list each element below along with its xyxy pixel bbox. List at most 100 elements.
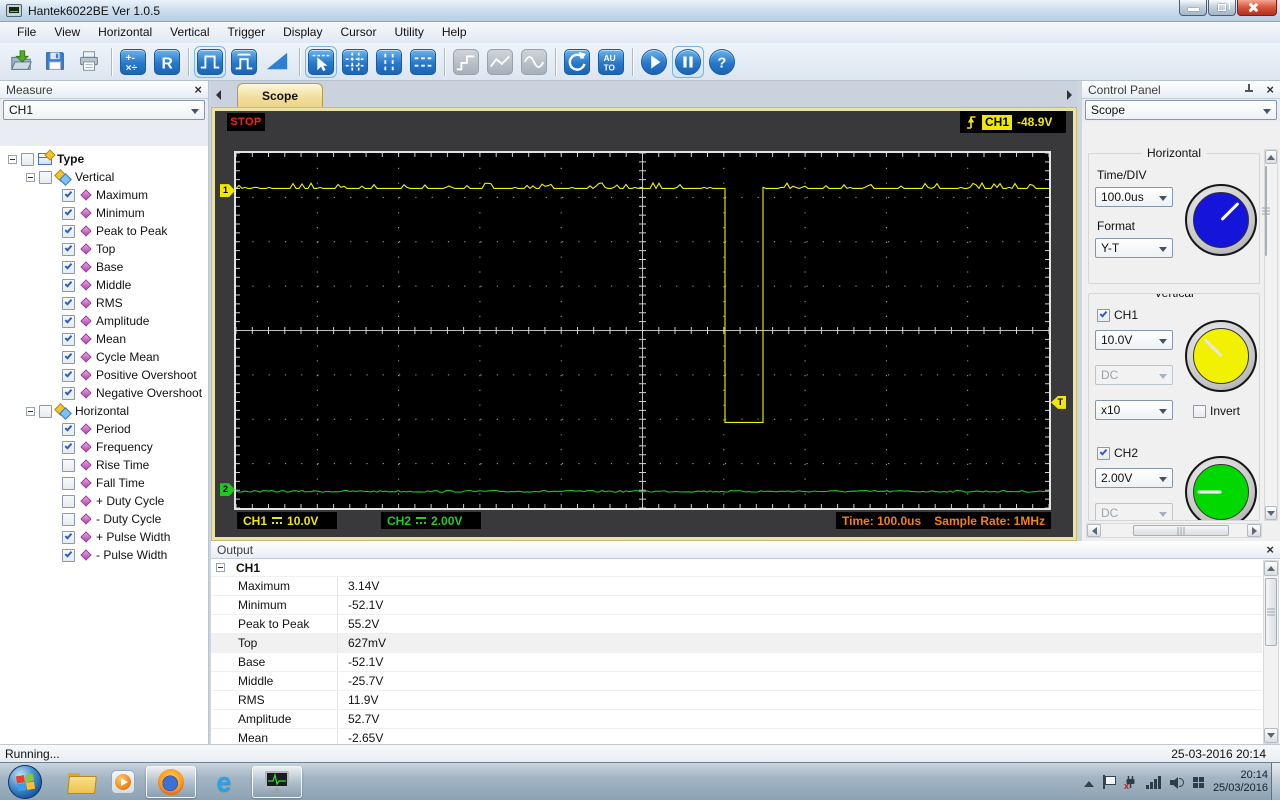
volume-icon[interactable] (1170, 776, 1184, 789)
scroll-left-button[interactable] (1087, 524, 1101, 537)
square-wave-button[interactable] (194, 46, 226, 78)
output-row-amplitude[interactable]: Amplitude52.7V (211, 710, 1262, 729)
ch2-scale-select[interactable]: 2.00V (1095, 468, 1173, 488)
checkbox[interactable] (62, 513, 75, 526)
checkbox[interactable] (62, 531, 75, 544)
tree-item-pulse-width[interactable]: + Pulse Width (0, 528, 208, 546)
pause-button[interactable] (672, 46, 704, 78)
tree-item-period[interactable]: Period (0, 420, 208, 438)
ch1-enable-checkbox[interactable] (1097, 309, 1110, 322)
action-center-flag-icon[interactable] (1103, 775, 1115, 789)
scroll-up-button[interactable] (1264, 561, 1278, 576)
tree-item-cycle-mean[interactable]: Cycle Mean (0, 348, 208, 366)
tracking-button[interactable] (339, 46, 371, 78)
checkbox[interactable] (62, 333, 75, 346)
output-row-base[interactable]: Base-52.1V (211, 653, 1262, 672)
menu-file[interactable]: File (8, 22, 45, 43)
vscroll-thumb[interactable] (1265, 166, 1267, 256)
start-button[interactable] (8, 765, 42, 799)
taskbar-windows-explorer[interactable] (64, 766, 98, 798)
format-select[interactable]: Y-T (1095, 238, 1173, 258)
checkbox[interactable] (62, 207, 75, 220)
tree-item-duty-cycle[interactable]: + Duty Cycle (0, 492, 208, 510)
show-desktop-button[interactable] (1271, 763, 1280, 800)
checkbox[interactable] (62, 297, 75, 310)
print-button[interactable] (74, 46, 106, 78)
math-button[interactable]: +-×÷ (117, 46, 149, 78)
checkbox[interactable] (62, 387, 75, 400)
tab-scroll-left-icon[interactable] (216, 90, 221, 100)
checkbox[interactable] (39, 171, 52, 184)
output-row-peak-to-peak[interactable]: Peak to Peak55.2V (211, 615, 1262, 634)
measure-close-icon[interactable]: × (194, 83, 202, 96)
control-panel-mode-select[interactable]: Scope (1085, 100, 1277, 120)
tree-item-mean[interactable]: Mean (0, 330, 208, 348)
help-button[interactable]: ? (706, 46, 738, 78)
tree-item-base[interactable]: Base (0, 258, 208, 276)
tree-item-minimum[interactable]: Minimum (0, 204, 208, 222)
collapse-icon[interactable] (8, 155, 17, 164)
checkbox[interactable] (62, 369, 75, 382)
checkbox[interactable] (62, 477, 75, 490)
save-button[interactable] (40, 46, 72, 78)
control-panel-vscrollbar[interactable] (1264, 149, 1278, 521)
control-panel-hscrollbar[interactable] (1086, 523, 1262, 538)
output-vscrollbar[interactable] (1263, 560, 1279, 744)
menu-help[interactable]: Help (433, 22, 476, 43)
tree-item-horizontal[interactable]: Horizontal (0, 402, 208, 420)
menu-view[interactable]: View (45, 22, 89, 43)
pin-icon[interactable] (1244, 84, 1254, 96)
output-row-middle[interactable]: Middle-25.7V (211, 672, 1262, 691)
output-close-icon[interactable]: × (1266, 543, 1274, 556)
sine-interpolation-button[interactable] (518, 46, 550, 78)
tray-expand-icon[interactable] (1084, 781, 1094, 787)
vertical-cursors-button[interactable] (373, 46, 405, 78)
close-button[interactable] (1237, 0, 1277, 16)
auto-set-button[interactable]: AUTO (595, 46, 627, 78)
checkbox[interactable] (62, 279, 75, 292)
output-row-maximum[interactable]: Maximum3.14V (211, 577, 1262, 596)
output-row-mean[interactable]: Mean-2.65V (211, 729, 1262, 744)
tree-item-fall-time[interactable]: Fall Time (0, 474, 208, 492)
taskbar-firefox[interactable] (146, 766, 196, 798)
open-button[interactable] (6, 46, 38, 78)
start-button[interactable] (638, 46, 670, 78)
horizontal-cursors-button[interactable] (407, 46, 439, 78)
menu-trigger[interactable]: Trigger (219, 22, 275, 43)
tree-item-pulse-width[interactable]: - Pulse Width (0, 546, 208, 564)
tree-item-maximum[interactable]: Maximum (0, 186, 208, 204)
checkbox[interactable] (62, 459, 75, 472)
minimize-button[interactable] (1179, 0, 1207, 16)
checkbox[interactable] (62, 441, 75, 454)
menu-display[interactable]: Display (274, 22, 331, 43)
checkbox[interactable] (62, 549, 75, 562)
tree-item-rise-time[interactable]: Rise Time (0, 456, 208, 474)
scroll-down-button[interactable] (1264, 728, 1278, 743)
checkbox[interactable] (62, 495, 75, 508)
horizontal-position-knob[interactable] (1185, 184, 1257, 256)
cursor-button[interactable] (305, 46, 337, 78)
tree-item-type[interactable]: Type (0, 150, 208, 168)
hscroll-thumb[interactable] (1133, 525, 1229, 536)
tree-item-peak-to-peak[interactable]: Peak to Peak (0, 222, 208, 240)
ch2-enable-checkbox[interactable] (1097, 447, 1110, 460)
taskbar-hantek-app[interactable] (252, 766, 302, 798)
checkbox[interactable] (62, 243, 75, 256)
tree-item-amplitude[interactable]: Amplitude (0, 312, 208, 330)
checkbox[interactable] (62, 225, 75, 238)
output-row-top[interactable]: Top627mV (211, 634, 1262, 653)
output-group-ch1[interactable]: CH1 (211, 559, 1262, 577)
ch1-invert-checkbox[interactable] (1193, 405, 1206, 418)
tree-item-duty-cycle[interactable]: - Duty Cycle (0, 510, 208, 528)
collapse-icon[interactable] (216, 563, 225, 572)
menu-vertical[interactable]: Vertical (161, 22, 218, 43)
tree-item-frequency[interactable]: Frequency (0, 438, 208, 456)
vscroll-thumb[interactable] (1265, 578, 1277, 646)
ch2-position-knob[interactable] (1185, 456, 1257, 521)
menu-utility[interactable]: Utility (385, 22, 432, 43)
scroll-up-button[interactable] (1265, 150, 1277, 164)
device-error-icon[interactable]: x (1124, 775, 1137, 789)
taskbar-media-player[interactable] (106, 766, 140, 798)
tab-scope[interactable]: Scope (237, 83, 323, 107)
ramp-button[interactable] (262, 46, 294, 78)
